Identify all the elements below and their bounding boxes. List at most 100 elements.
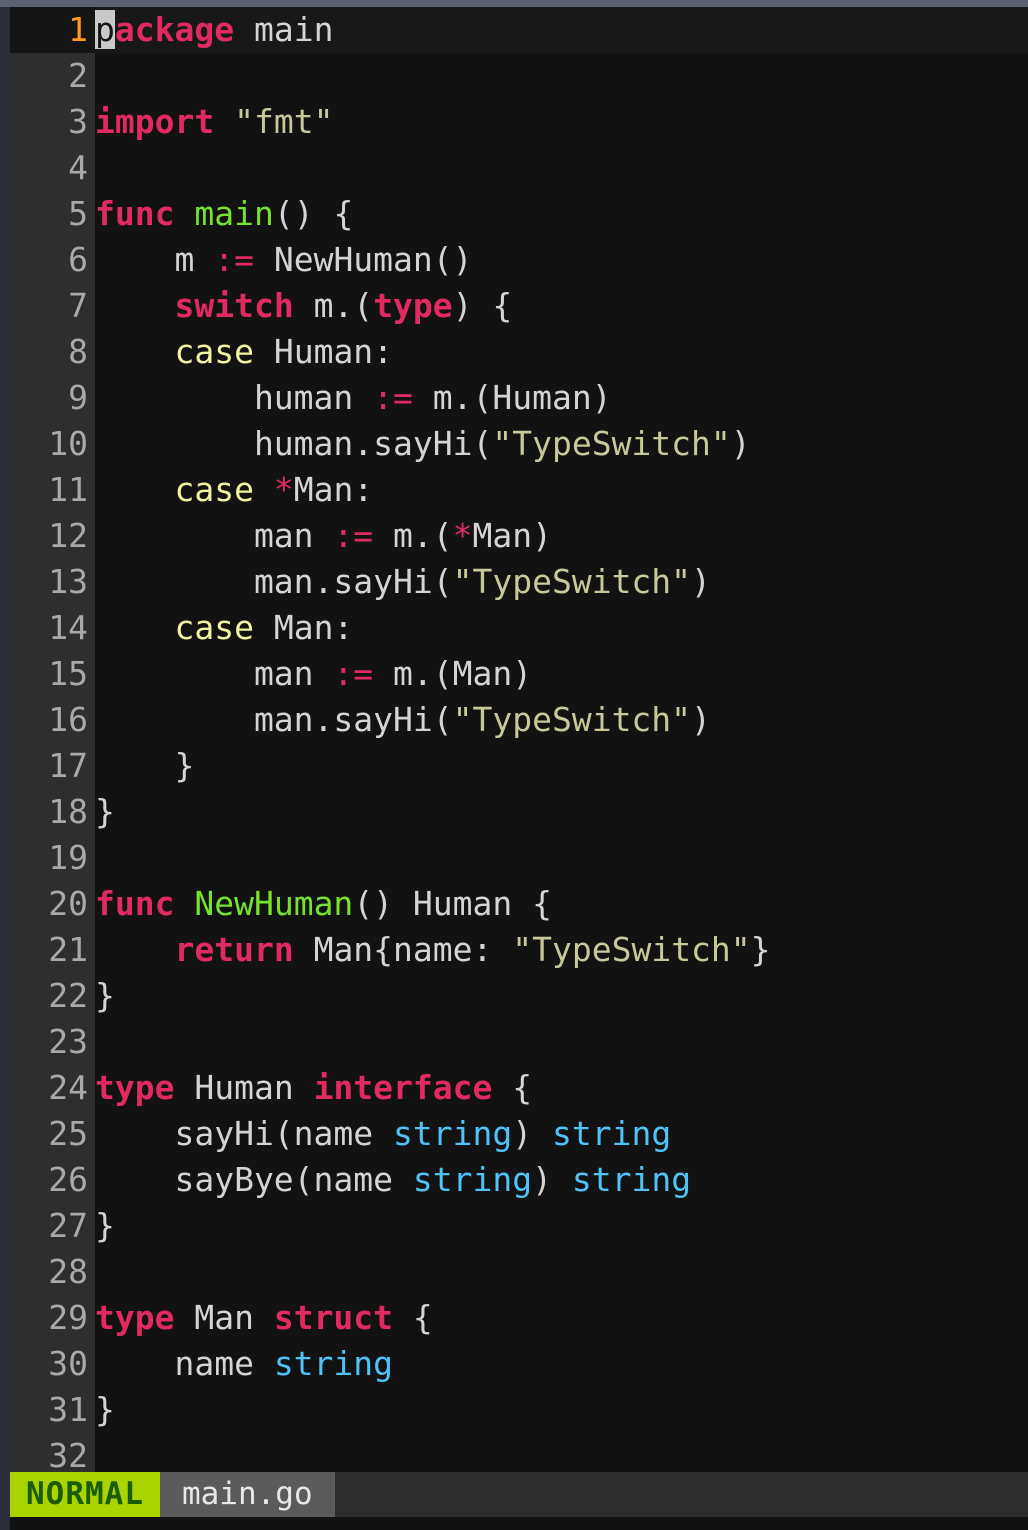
code-line-text[interactable] — [95, 835, 1028, 881]
code-line[interactable]: 26 sayBye(name string) string — [10, 1157, 1028, 1203]
line-number: 4 — [68, 148, 88, 187]
code-token: switch — [174, 286, 294, 325]
code-line[interactable]: 24 type Human interface { — [10, 1065, 1028, 1111]
code-line-text[interactable]: man.sayHi("TypeSwitch") — [95, 559, 1028, 605]
code-token: } — [95, 792, 115, 831]
code-line-text[interactable]: package main — [95, 7, 1028, 53]
code-line[interactable]: 5 func main() { — [10, 191, 1028, 237]
code-token: Human: — [253, 332, 394, 371]
code-line[interactable]: 9 human := m.(Human) — [10, 375, 1028, 421]
code-token: m.(Man) — [373, 654, 533, 693]
code-line-text[interactable] — [95, 1019, 1028, 1065]
code-token: NewHuman — [194, 884, 354, 923]
code-line[interactable]: 1 package main — [10, 7, 1028, 53]
code-line-text[interactable]: name string — [95, 1341, 1028, 1387]
line-number: 24 — [48, 1068, 88, 1107]
line-number: 14 — [48, 608, 88, 647]
code-line-text[interactable]: return Man{name: "TypeSwitch"} — [95, 927, 1028, 973]
code-line-text[interactable]: } — [95, 973, 1028, 1019]
code-line-text[interactable]: man := m.(*Man) — [95, 513, 1028, 559]
code-line-text[interactable]: sayBye(name string) string — [95, 1157, 1028, 1203]
code-token: m.(Human) — [412, 378, 612, 417]
code-token: } — [95, 1390, 115, 1429]
line-number: 18 — [48, 792, 88, 831]
code-line-text[interactable]: } — [95, 789, 1028, 835]
code-line[interactable]: 25 sayHi(name string) string — [10, 1111, 1028, 1157]
code-token: Man) — [472, 516, 553, 555]
code-token: Man{name: — [293, 930, 513, 969]
code-line-text[interactable]: import "fmt" — [95, 99, 1028, 145]
code-line-text[interactable] — [95, 53, 1028, 99]
editor-window: 1 package main 2 3 import "fmt" 4 5 func main()… — [0, 0, 1028, 1530]
code-line[interactable]: 12 man := m.(*Man) — [10, 513, 1028, 559]
code-line-text[interactable]: m := NewHuman() — [95, 237, 1028, 283]
code-line[interactable]: 28 — [10, 1249, 1028, 1295]
code-line-text[interactable]: man.sayHi("TypeSwitch") — [95, 697, 1028, 743]
code-line[interactable]: 7 switch m.(type) { — [10, 283, 1028, 329]
code-line[interactable]: 29 type Man struct { — [10, 1295, 1028, 1341]
code-line[interactable]: 13 man.sayHi("TypeSwitch") — [10, 559, 1028, 605]
code-line-text[interactable]: case *Man: — [95, 467, 1028, 513]
code-line[interactable]: 15 man := m.(Man) — [10, 651, 1028, 697]
code-line-text[interactable]: func NewHuman() Human { — [95, 881, 1028, 927]
line-number: 1 — [10, 7, 95, 53]
line-number: 28 — [48, 1252, 88, 1291]
line-number: 13 — [48, 562, 88, 601]
code-line-text[interactable]: type Human interface { — [95, 1065, 1028, 1111]
code-line-text[interactable]: human := m.(Human) — [95, 375, 1028, 421]
code-line[interactable]: 31} — [10, 1387, 1028, 1433]
code-line[interactable]: 11 case *Man: — [10, 467, 1028, 513]
code-line-text[interactable]: type Man struct { — [95, 1295, 1028, 1341]
code-editor-pane[interactable]: 1 package main 2 3 import "fmt" 4 5 func main()… — [10, 7, 1028, 1530]
code-lines[interactable]: 1 package main 2 3 import "fmt" 4 5 func main()… — [10, 7, 1028, 1479]
line-number: 23 — [48, 1022, 88, 1061]
code-token: ackage — [114, 10, 235, 49]
code-token: ) — [691, 562, 711, 601]
code-token: man — [95, 654, 334, 693]
code-line[interactable]: 2 — [10, 53, 1028, 99]
line-number: 8 — [68, 332, 88, 371]
code-line-text[interactable]: case Man: — [95, 605, 1028, 651]
code-token: "fmt" — [234, 102, 334, 141]
code-line-text[interactable]: sayHi(name string) string — [95, 1111, 1028, 1157]
code-line-text[interactable]: man := m.(Man) — [95, 651, 1028, 697]
code-line[interactable]: 19 — [10, 835, 1028, 881]
code-line[interactable]: 22} — [10, 973, 1028, 1019]
code-line[interactable]: 20 func NewHuman() Human { — [10, 881, 1028, 927]
code-line-text[interactable]: case Human: — [95, 329, 1028, 375]
code-line[interactable]: 4 — [10, 145, 1028, 191]
code-line-text[interactable]: } — [95, 1203, 1028, 1249]
code-line[interactable]: 8 case Human: — [10, 329, 1028, 375]
filename-badge[interactable]: main.go — [159, 1472, 335, 1517]
code-line[interactable]: 30 name string — [10, 1341, 1028, 1387]
line-number: 19 — [48, 838, 88, 877]
line-number: 11 — [48, 470, 88, 509]
code-line-text[interactable] — [95, 145, 1028, 191]
code-line-text[interactable]: } — [95, 743, 1028, 789]
code-line[interactable]: 18} — [10, 789, 1028, 835]
code-line-text[interactable]: func main() { — [95, 191, 1028, 237]
code-token: m — [95, 240, 215, 279]
code-line[interactable]: 10 human.sayHi("TypeSwitch") — [10, 421, 1028, 467]
code-token: string — [393, 1114, 513, 1153]
code-token: := — [373, 378, 413, 417]
code-line-text[interactable]: switch m.(type) { — [95, 283, 1028, 329]
code-line-text[interactable]: } — [95, 1387, 1028, 1433]
code-line[interactable]: 17 } — [10, 743, 1028, 789]
code-line[interactable]: 6 m := NewHuman() — [10, 237, 1028, 283]
line-number: 12 — [48, 516, 88, 555]
command-line-area[interactable] — [10, 1517, 1028, 1530]
code-line[interactable]: 23 — [10, 1019, 1028, 1065]
code-line[interactable]: 3 import "fmt" — [10, 99, 1028, 145]
code-line-text[interactable] — [95, 1249, 1028, 1295]
code-line[interactable]: 27} — [10, 1203, 1028, 1249]
code-line-text[interactable]: human.sayHi("TypeSwitch") — [95, 421, 1028, 467]
code-line[interactable]: 21 return Man{name: "TypeSwitch"} — [10, 927, 1028, 973]
code-line[interactable]: 16 man.sayHi("TypeSwitch") — [10, 697, 1028, 743]
line-number: 27 — [48, 1206, 88, 1245]
code-token: struct — [273, 1298, 394, 1337]
code-line[interactable]: 14 case Man: — [10, 605, 1028, 651]
